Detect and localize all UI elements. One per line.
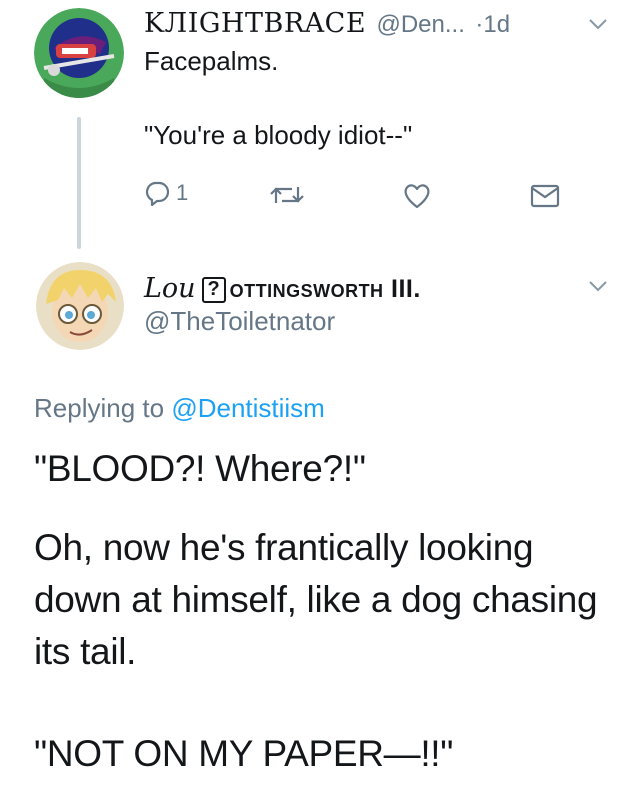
name-rest: ottingsworth III. [229,275,421,303]
timestamp[interactable]: 1d [483,11,510,38]
reply-button[interactable]: 1 [144,180,188,206]
reply-count: 1 [176,180,189,205]
tweet2-para-1: "BLOOD?! Where?!" [34,448,366,489]
heart-icon [404,184,430,209]
reply-icon [145,181,170,206]
retweet-icon [270,187,304,203]
tweet2-para-3: "NOT ON MY PAPER—!!" [34,733,454,774]
replying-to-link[interactable]: @Dentistiism [171,393,325,423]
tweet1-line2: "You're a bloody idiot--" [144,120,413,150]
name-box-glyph: ? [201,277,226,304]
handle-lou[interactable]: @TheToiletnator [144,306,335,337]
avatar-lou[interactable] [36,262,124,350]
replying-to: Replying to @Dentistiism [34,393,325,424]
replying-to-label: Replying to [34,393,165,423]
like-button[interactable] [402,182,432,210]
display-name-lou[interactable]: Lou? ottingsworth III. [144,273,421,304]
tweet1-line1: Facepalms. [144,46,279,76]
retweet-button[interactable] [268,183,306,207]
thread-connector [77,117,81,249]
display-name[interactable]: KЛIGHTBRACE [144,8,366,39]
handle[interactable]: @Den... [376,11,464,38]
tweet1-header: KЛIGHTBRACE @Den... ·1d [144,8,510,39]
tweet2-para-2: Oh, now he's frantically looking down at… [34,527,598,672]
avatar-knightbrace[interactable] [34,8,124,98]
dm-button[interactable] [530,184,560,208]
chevron-down-icon[interactable] [588,280,608,292]
envelope-icon [530,184,560,208]
chevron-down-icon[interactable] [588,18,608,30]
name-prefix: Lou [144,273,196,304]
